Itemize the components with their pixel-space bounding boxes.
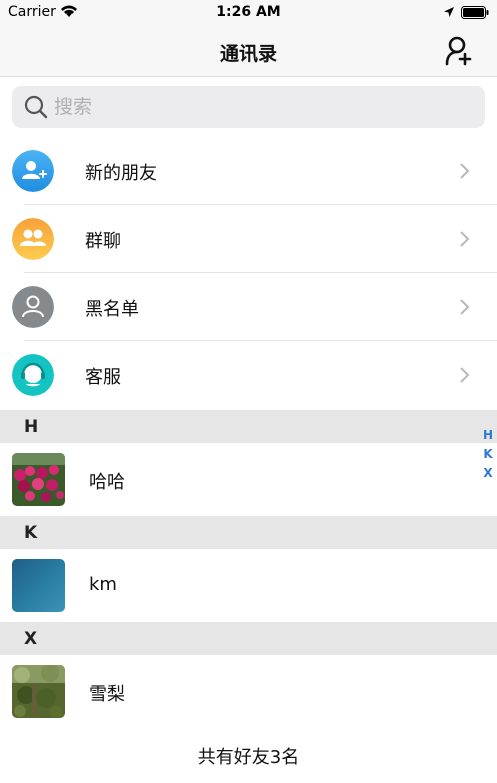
section-letter: K	[24, 523, 38, 543]
index-letter-x[interactable]: X	[480, 464, 496, 483]
new-friends-row[interactable]: 新的朋友	[0, 137, 497, 205]
func-label-blacklist: 黑名单	[85, 299, 139, 320]
contact-name: 雪梨	[89, 684, 125, 705]
chevron-right-icon	[460, 231, 470, 247]
customer-service-icon	[12, 354, 54, 396]
customer-service-row[interactable]: 客服	[0, 341, 497, 409]
avatar	[12, 665, 65, 718]
index-letter-h[interactable]: H	[480, 426, 496, 445]
page-title: 通讯录	[219, 43, 277, 65]
search-bar	[0, 78, 497, 136]
search-input[interactable]	[54, 86, 474, 128]
contact-row[interactable]: km	[0, 549, 497, 622]
status-time: 1:26 AM	[216, 4, 281, 20]
section-header-h: H	[0, 410, 497, 443]
index-letter-k[interactable]: K	[480, 445, 496, 464]
battery-icon	[461, 6, 489, 19]
section-letter: H	[24, 417, 39, 437]
section-header-k: K	[0, 516, 497, 549]
location-arrow-icon	[444, 7, 454, 17]
new-friend-icon	[12, 150, 54, 192]
section-letter: X	[24, 629, 38, 649]
search-box[interactable]	[12, 86, 485, 128]
contact-row[interactable]: 哈哈	[0, 443, 497, 516]
func-label-customer-service: 客服	[85, 367, 121, 388]
chevron-right-icon	[460, 163, 470, 179]
add-friend-icon	[445, 36, 472, 66]
avatar	[12, 559, 65, 612]
avatar	[12, 453, 65, 506]
friend-count-label: 共有好友3名	[197, 747, 300, 768]
contact-name: km	[89, 574, 117, 595]
section-index-bar[interactable]: H K X	[480, 426, 496, 483]
chevron-right-icon	[460, 299, 470, 315]
func-label-group-chat: 群聊	[85, 231, 121, 252]
group-chat-icon	[12, 218, 54, 260]
add-friend-button[interactable]	[442, 34, 476, 68]
search-icon	[24, 95, 48, 119]
blacklist-row[interactable]: 黑名单	[0, 273, 497, 341]
blacklist-icon	[12, 286, 54, 328]
func-label-new-friends: 新的朋友	[85, 163, 157, 184]
contact-row[interactable]: 雪梨	[0, 655, 497, 728]
chevron-right-icon	[460, 367, 470, 383]
nav-bar: 通讯录	[0, 26, 497, 77]
group-chat-row[interactable]: 群聊	[0, 205, 497, 273]
section-header-x: X	[0, 622, 497, 655]
contact-name: 哈哈	[89, 472, 125, 493]
status-bar: Carrier 1:26 AM	[0, 0, 497, 26]
